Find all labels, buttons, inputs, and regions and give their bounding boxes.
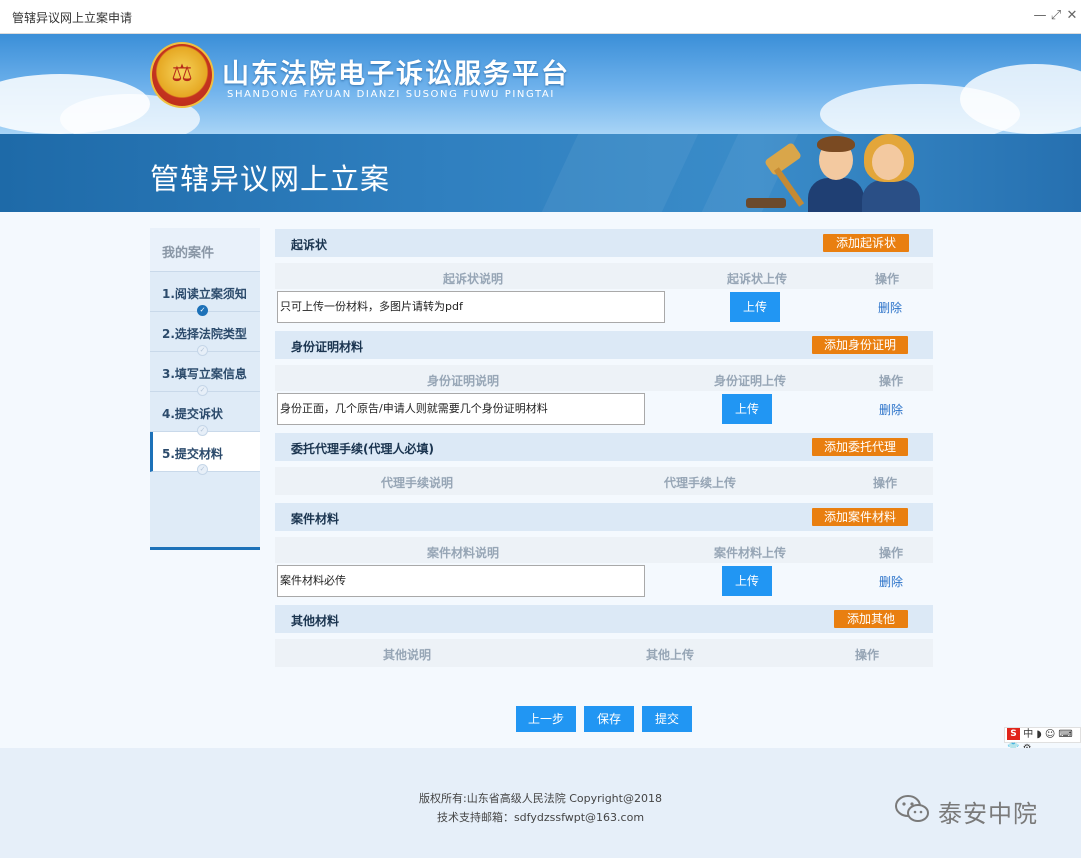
site-name: 山东法院电子诉讼服务平台 (222, 59, 570, 90)
identity-description-field[interactable]: 身份正面，几个原告/申请人则就需要几个身份证明材料 (277, 393, 645, 425)
column-header: 操作 (879, 546, 904, 560)
close-icon[interactable]: ✕ (1064, 8, 1080, 23)
section-other: 其他材料 添加其他 (275, 605, 933, 633)
save-button[interactable]: 保存 (584, 706, 634, 732)
complaint-row: 只可上传一份材料，多图片请转为pdf 上传 删除 (275, 289, 933, 325)
sidebar-item-label: 4.提交诉状 (162, 407, 223, 421)
column-header: 案件材料上传 (714, 546, 787, 560)
section-case-materials: 案件材料 添加案件材料 (275, 503, 933, 531)
sidebar-header-label: 我的案件 (162, 246, 215, 261)
maximize-icon[interactable]: ⤢ (1048, 8, 1064, 23)
sidebar-item-label: 1.阅读立案须知 (162, 287, 247, 301)
add-identity-button[interactable]: 添加身份证明 (812, 336, 908, 354)
section-title: 身份证明材料 (291, 340, 364, 354)
section-title: 其他材料 (291, 614, 340, 628)
complaint-description-field[interactable]: 只可上传一份材料，多图片请转为pdf (277, 291, 665, 323)
minimize-icon[interactable]: — (1032, 8, 1048, 23)
ime-logo-icon: S (1007, 728, 1020, 740)
complaint-table-header: 起诉状说明 起诉状上传 操作 (275, 263, 933, 291)
gavel-block (746, 198, 786, 208)
step-done-check-icon: ✓ (197, 305, 208, 316)
court-emblem-icon: ⚖ (150, 42, 214, 108)
case-table-header: 案件材料说明 案件材料上传 操作 (275, 537, 933, 565)
add-agent-button[interactable]: 添加委托代理 (812, 438, 908, 456)
sidebar-item-label: 2.选择法院类型 (162, 327, 247, 341)
upload-complaint-button[interactable]: 上传 (730, 292, 780, 322)
column-header: 其他说明 (383, 648, 432, 662)
site-banner: ⚖ 山东法院电子诉讼服务平台 SHANDONG FAYUAN DIANZI SU… (0, 34, 1081, 134)
other-table-header: 其他说明 其他上传 操作 (275, 639, 933, 667)
step-sidebar: 我的案件 1.阅读立案须知 2.选择法院类型 3.填写立案信息 4.提交诉状 5… (150, 228, 260, 550)
window-title: 管辖异议网上立案申请 (12, 11, 133, 25)
wechat-icon (894, 794, 930, 824)
window-titlebar: 管辖异议网上立案申请 — ⤢ ✕ (0, 0, 1081, 34)
step-pending-icon: ✓ (197, 425, 208, 436)
delete-case-link[interactable]: 删除 (879, 573, 903, 590)
column-header: 操作 (873, 476, 898, 490)
column-header: 操作 (855, 648, 880, 662)
wechat-watermark: 泰安中院 (894, 790, 1064, 830)
previous-step-button[interactable]: 上一步 (516, 706, 576, 732)
column-header: 身份证明上传 (714, 374, 787, 388)
add-other-button[interactable]: 添加其他 (834, 610, 908, 628)
sidebar-header: 我的案件 (150, 228, 260, 272)
case-description-field[interactable]: 案件材料必传 (277, 565, 645, 597)
case-row: 案件材料必传 上传 删除 (275, 563, 933, 599)
step-pending-icon: ✓ (197, 385, 208, 396)
upload-identity-button[interactable]: 上传 (722, 394, 772, 424)
section-title: 委托代理手续(代理人必填) (291, 442, 434, 456)
column-header: 代理手续上传 (664, 476, 737, 490)
site-name-pinyin: SHANDONG FAYUAN DIANZI SUSONG FUWU PINGT… (227, 89, 555, 100)
column-header: 操作 (875, 272, 900, 286)
watermark-text: 泰安中院 (938, 800, 1038, 828)
sidebar-item-label: 3.填写立案信息 (162, 367, 247, 381)
sidebar-item-label: 5.提交材料 (162, 447, 223, 461)
identity-table-header: 身份证明说明 身份证明上传 操作 (275, 365, 933, 393)
section-identity: 身份证明材料 添加身份证明 (275, 331, 933, 359)
scales-icon: ⚖ (171, 59, 193, 87)
section-title: 起诉状 (291, 238, 328, 252)
upload-case-button[interactable]: 上传 (722, 566, 772, 596)
section-agent: 委托代理手续(代理人必填) 添加委托代理 (275, 433, 933, 461)
column-header: 起诉状上传 (727, 272, 788, 286)
section-title: 案件材料 (291, 512, 340, 526)
column-header: 案件材料说明 (427, 546, 500, 560)
section-complaint: 起诉状 添加起诉状 (275, 229, 933, 257)
add-complaint-button[interactable]: 添加起诉状 (823, 234, 909, 252)
column-header: 身份证明说明 (427, 374, 500, 388)
add-case-materials-button[interactable]: 添加案件材料 (812, 508, 908, 526)
identity-row: 身份正面，几个原告/申请人则就需要几个身份证明材料 上传 删除 (275, 391, 933, 427)
step-pending-icon: ✓ (197, 464, 208, 475)
column-header: 代理手续说明 (381, 476, 454, 490)
column-header: 起诉状说明 (443, 272, 504, 286)
submit-button[interactable]: 提交 (642, 706, 692, 732)
ime-toolbar[interactable]: S 中 ◗ ☺ ⌨ 👕 ⚙ (1004, 727, 1081, 754)
column-header: 操作 (879, 374, 904, 388)
page-title: 管辖异议网上立案 (150, 162, 391, 196)
delete-identity-link[interactable]: 删除 (879, 401, 903, 418)
step-pending-icon: ✓ (197, 345, 208, 356)
delete-complaint-link[interactable]: 删除 (878, 299, 902, 316)
column-header: 其他上传 (646, 648, 695, 662)
agent-table-header: 代理手续说明 代理手续上传 操作 (275, 467, 933, 495)
